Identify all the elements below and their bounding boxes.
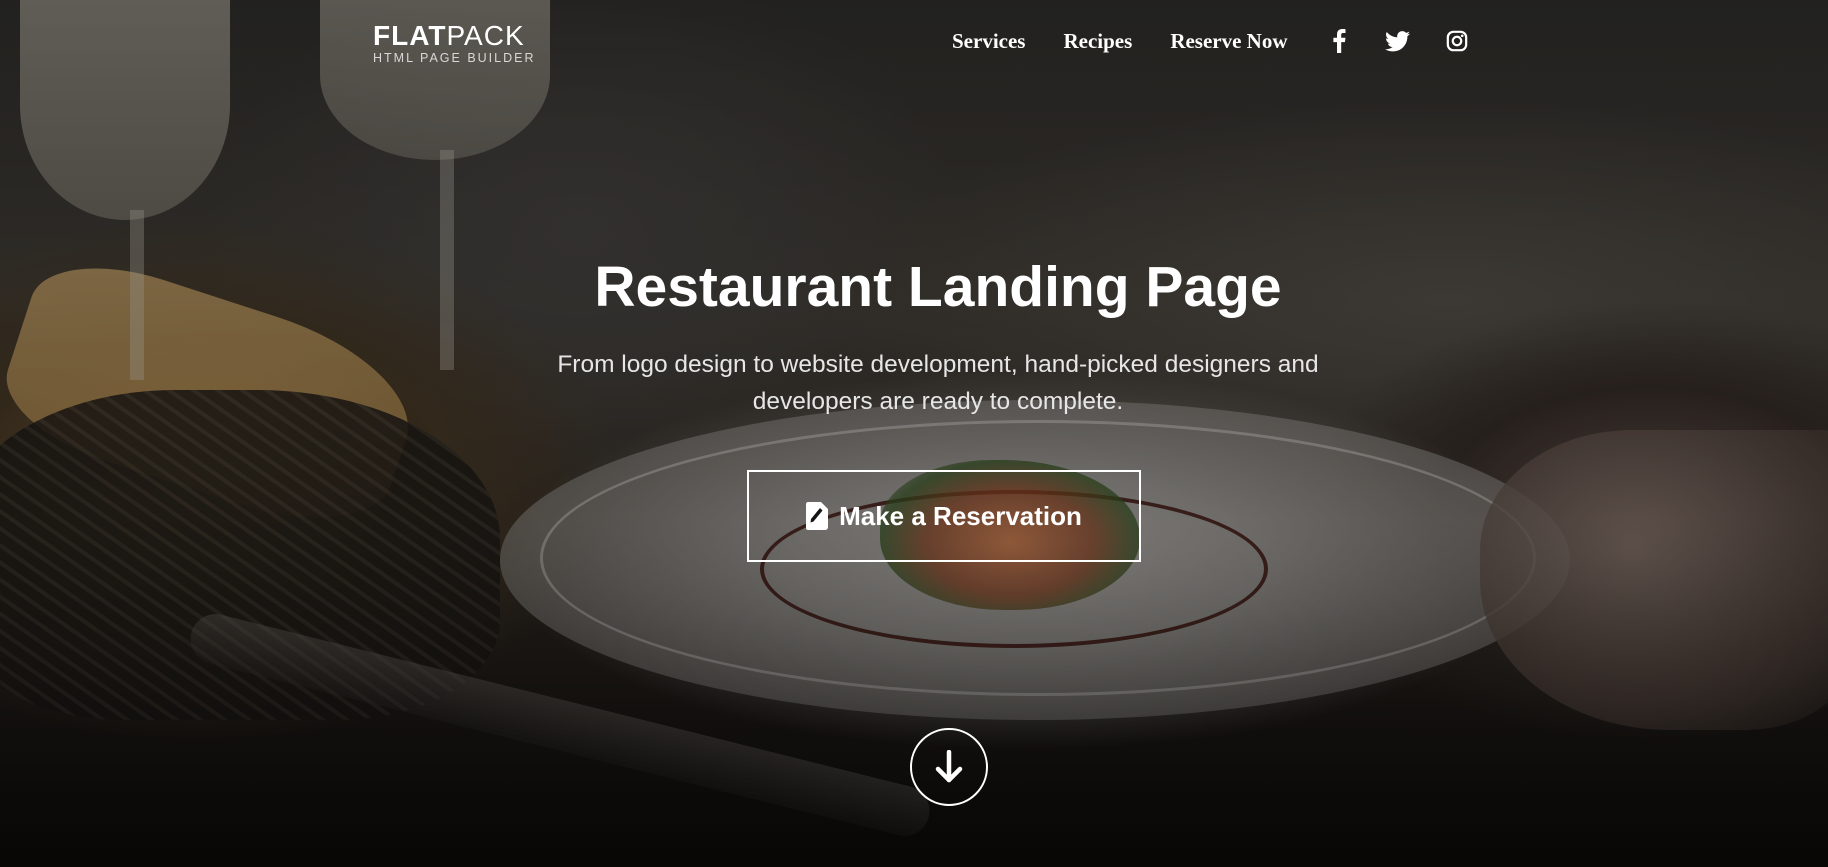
nav-link-recipes[interactable]: Recipes [1063,29,1132,54]
logo-light: PACK [446,20,525,51]
hero-section: FLATPACK HTML PAGE BUILDER Services Reci… [0,0,1828,867]
make-reservation-button[interactable]: Make a Reservation [747,470,1141,562]
backdrop-basket [0,390,500,720]
twitter-icon[interactable] [1385,28,1411,54]
backdrop-glass-left [20,0,230,220]
scroll-down-button[interactable] [910,728,988,806]
backdrop-fork [185,608,935,842]
note-icon [806,502,829,530]
instagram-icon[interactable] [1444,28,1470,54]
logo-wordmark: FLATPACK [373,22,536,50]
logo-tagline: HTML PAGE BUILDER [373,51,536,65]
nav-link-services[interactable]: Services [952,29,1025,54]
make-reservation-label: Make a Reservation [839,500,1082,531]
site-logo[interactable]: FLATPACK HTML PAGE BUILDER [373,22,536,66]
logo-bold: FLAT [373,20,447,51]
hero-title: Restaurant Landing Page [594,255,1282,319]
nav-link-reserve-now[interactable]: Reserve Now [1170,29,1287,54]
main-nav: Services Recipes Reserve Now [952,28,1470,54]
backdrop-shade [0,0,1828,867]
arrow-down-icon [934,750,964,784]
backdrop-hand [1480,430,1828,730]
hero-subtitle: From logo design to website development,… [557,351,1319,415]
facebook-icon[interactable] [1326,28,1352,54]
